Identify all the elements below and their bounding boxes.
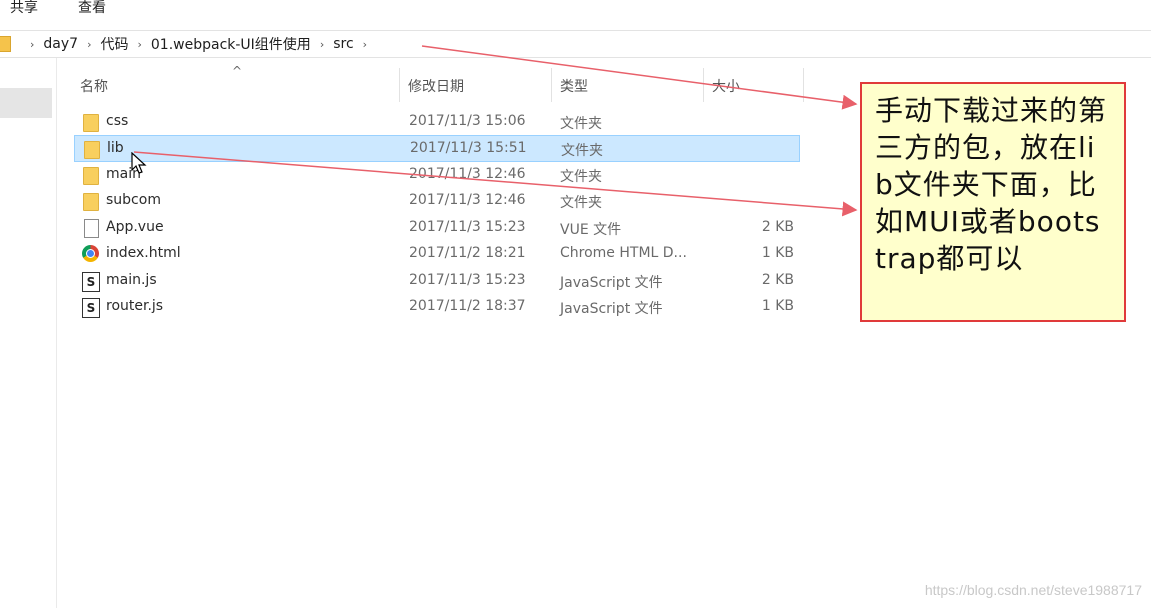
list-item[interactable]: S main.js 2017/11/3 15:23 JavaScript 文件 … [74, 268, 799, 294]
list-item[interactable]: subcom 2017/11/3 12:46 文件夹 [74, 188, 799, 214]
column-type[interactable]: 类型 [552, 58, 704, 102]
file-date: 2017/11/2 18:37 [409, 298, 526, 314]
file-date: 2017/11/3 12:46 [409, 166, 526, 182]
chrome-icon [82, 245, 99, 262]
script-icon: S [82, 298, 100, 318]
column-header: 名称 ^ 修改日期 类型 大小 [56, 58, 836, 102]
file-name: subcom [106, 192, 161, 208]
list-item[interactable]: App.vue 2017/11/3 15:23 VUE 文件 2 KB [74, 215, 799, 241]
chevron-right-icon[interactable]: › [320, 38, 324, 51]
chevron-right-icon[interactable]: › [363, 38, 367, 51]
tab-share[interactable]: 共享 [10, 0, 38, 17]
list-item[interactable]: css 2017/11/3 15:06 文件夹 [74, 109, 799, 135]
file-type: 文件夹 [560, 195, 602, 211]
column-name[interactable]: 名称 ^ [56, 58, 400, 102]
folder-icon [84, 141, 100, 159]
column-name-label: 名称 [80, 79, 108, 95]
column-type-label: 类型 [560, 79, 588, 95]
file-size: 2 KB [761, 272, 794, 288]
file-date: 2017/11/2 18:21 [409, 245, 526, 261]
sort-ascending-icon: ^ [232, 64, 243, 78]
file-type: JavaScript 文件 [560, 301, 663, 317]
file-name: main.js [106, 272, 157, 288]
column-date[interactable]: 修改日期 [400, 58, 552, 102]
file-type: 文件夹 [560, 169, 602, 185]
address-bar[interactable]: › day7 › 代码 › 01.webpack-UI组件使用 › src › [0, 30, 1151, 58]
file-date: 2017/11/3 12:46 [409, 192, 526, 208]
file-type: 文件夹 [560, 116, 602, 132]
list-item[interactable]: S router.js 2017/11/2 18:37 JavaScript 文… [74, 294, 799, 320]
file-size: 1 KB [761, 245, 794, 261]
folder-icon [83, 167, 99, 185]
file-date: 2017/11/3 15:23 [409, 272, 526, 288]
breadcrumb-src[interactable]: src [333, 36, 353, 52]
list-item[interactable]: main 2017/11/3 12:46 文件夹 [74, 162, 799, 188]
annotation-callout: 手动下载过来的第三方的包，放在lib文件夹下面，比如MUI或者bootstrap… [860, 82, 1126, 322]
column-size-label: 大小 [712, 79, 740, 95]
file-name: router.js [106, 298, 164, 314]
navigation-pane[interactable] [0, 58, 57, 608]
file-name: App.vue [106, 219, 164, 235]
column-divider[interactable] [803, 68, 804, 102]
file-date: 2017/11/3 15:23 [409, 219, 526, 235]
navigation-selected-item[interactable] [0, 88, 52, 118]
chevron-right-icon[interactable]: › [87, 38, 91, 51]
folder-icon [0, 36, 11, 52]
column-size[interactable]: 大小 [704, 58, 804, 102]
breadcrumb-day7[interactable]: day7 [43, 36, 78, 52]
file-type: 文件夹 [561, 143, 603, 159]
list-item-selected[interactable]: lib 2017/11/3 15:51 文件夹 [74, 135, 800, 162]
breadcrumb-code[interactable]: 代码 [100, 34, 128, 54]
file-type: Chrome HTML D... [560, 245, 687, 261]
list-item[interactable]: index.html 2017/11/2 18:21 Chrome HTML D… [74, 241, 799, 267]
file-name: lib [107, 140, 124, 156]
tab-view[interactable]: 查看 [78, 0, 106, 17]
file-date: 2017/11/3 15:06 [409, 113, 526, 129]
mouse-cursor-icon [131, 152, 147, 174]
folder-icon [83, 114, 99, 132]
breadcrumb: › day7 › 代码 › 01.webpack-UI组件使用 › src › [0, 34, 376, 54]
watermark: https://blog.csdn.net/steve1988717 [924, 582, 1142, 598]
breadcrumb-webpack[interactable]: 01.webpack-UI组件使用 [151, 34, 311, 54]
script-icon: S [82, 272, 100, 292]
column-date-label: 修改日期 [408, 79, 464, 95]
chevron-right-icon[interactable]: › [30, 38, 34, 51]
file-size: 1 KB [761, 298, 794, 314]
file-size: 2 KB [761, 219, 794, 235]
file-name: css [106, 113, 129, 129]
folder-icon [83, 193, 99, 211]
chevron-right-icon[interactable]: › [137, 38, 141, 51]
ribbon: 共享 查看 [0, 0, 1151, 24]
file-date: 2017/11/3 15:51 [410, 140, 527, 156]
file-icon [84, 219, 99, 238]
file-name: index.html [106, 245, 181, 261]
file-type: VUE 文件 [560, 222, 622, 238]
file-type: JavaScript 文件 [560, 275, 663, 291]
